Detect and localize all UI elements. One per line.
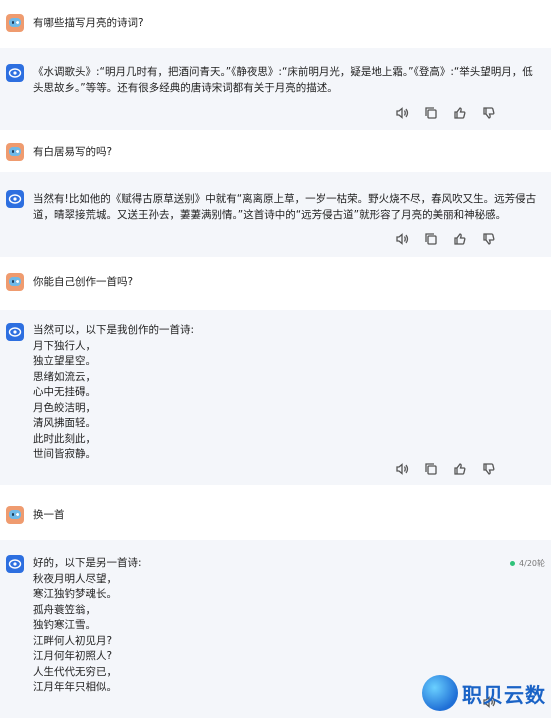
thumbs-down-icon[interactable] <box>482 232 496 246</box>
message-actions <box>395 462 496 476</box>
assistant-avatar <box>6 555 24 573</box>
thumbs-down-icon[interactable] <box>482 462 496 476</box>
thumbs-up-icon[interactable] <box>453 232 467 246</box>
user-avatar <box>6 143 24 161</box>
message-text: 当然可以，以下是我创作的一首诗: 月下独行人， 独立望星空。 思绪如流云， 心中… <box>33 324 195 460</box>
message-text: 有哪些描写月亮的诗词? <box>33 17 144 29</box>
speaker-icon[interactable] <box>395 106 409 120</box>
message-text: 好的，以下是另一首诗: 秋夜月明人尽望， 寒江独钓梦魂长。 孤舟蓑笠翁， 独钓寒… <box>33 557 142 693</box>
user-message: 换一首 <box>0 485 551 540</box>
message-text: 当然有!比如他的《赋得古原草送别》中就有“离离原上草，一岁一枯荣。野火烧不尽，春… <box>33 193 537 221</box>
assistant-message: 《水调歌头》:“明月几时有，把酒问青天。”《静夜思》:“床前明月光，疑是地上霜。… <box>0 48 551 130</box>
logo-text: 职贝云数 <box>462 682 546 707</box>
user-message: 有白居易写的吗? <box>0 130 551 172</box>
round-counter: 4/20轮 <box>510 558 545 569</box>
user-message: 有哪些描写月亮的诗词? <box>0 0 551 48</box>
thumbs-up-icon[interactable] <box>453 106 467 120</box>
message-text: 《水调歌头》:“明月几时有，把酒问青天。”《静夜思》:“床前明月光，疑是地上霜。… <box>33 66 533 94</box>
copy-icon[interactable] <box>424 462 438 476</box>
copy-icon[interactable] <box>424 232 438 246</box>
message-actions <box>395 106 496 120</box>
assistant-avatar <box>6 323 24 341</box>
user-avatar <box>6 506 24 524</box>
user-avatar <box>6 273 24 291</box>
assistant-message: 当然可以，以下是我创作的一首诗: 月下独行人， 独立望星空。 思绪如流云， 心中… <box>0 310 551 485</box>
message-text: 有白居易写的吗? <box>33 146 113 158</box>
copy-icon[interactable] <box>424 106 438 120</box>
round-counter-text: 4/20轮 <box>519 559 545 568</box>
thumbs-down-icon[interactable] <box>482 106 496 120</box>
user-avatar <box>6 14 24 32</box>
thumbs-up-icon[interactable] <box>453 462 467 476</box>
status-dot <box>510 561 516 566</box>
brand-logo: 职贝云数 <box>422 675 546 711</box>
assistant-avatar <box>6 64 24 82</box>
message-actions <box>395 232 496 246</box>
speaker-icon[interactable] <box>395 462 409 476</box>
message-text: 换一首 <box>33 509 65 521</box>
speaker-icon[interactable] <box>395 232 409 246</box>
user-message: 你能自己创作一首吗? <box>0 257 551 310</box>
assistant-avatar <box>6 190 24 208</box>
assistant-message: 当然有!比如他的《赋得古原草送别》中就有“离离原上草，一岁一枯荣。野火烧不尽，春… <box>0 172 551 257</box>
logo-icon <box>422 675 458 711</box>
message-text: 你能自己创作一首吗? <box>33 276 134 288</box>
